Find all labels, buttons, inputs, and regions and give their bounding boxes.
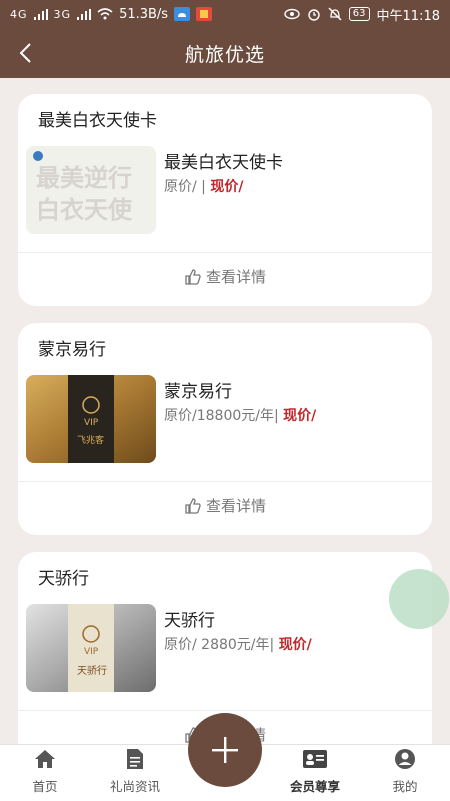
tab-label: 我的 [392, 779, 418, 794]
view-details-button[interactable]: 查看详情 [18, 266, 432, 287]
current-price: 现价/ [283, 408, 317, 424]
cloud-app-icon [174, 7, 191, 21]
thumb-text: 飞兆客 [77, 434, 104, 446]
vip-card-image: VIP 飞兆客 [26, 375, 156, 463]
original-price: 原价/18800元/年| [164, 408, 279, 424]
product-card[interactable]: 蒙京易行 VIP 飞兆客 蒙京易行 原价/18800元/年| 现价/ 查看详情 [18, 323, 432, 535]
product-card[interactable]: 最美白衣天使卡 最美逆行 白衣天使 最美白衣天使卡 原价/ | 现价/ 查看详情 [18, 94, 432, 306]
card-section-title: 最美白衣天使卡 [38, 111, 157, 131]
current-price: 现价/ [210, 179, 244, 195]
tab-home[interactable]: 首页 [0, 745, 90, 801]
divider [18, 481, 432, 482]
tab-mine[interactable]: 我的 [360, 745, 450, 801]
thumbs-up-icon [185, 497, 201, 514]
product-thumbnail: 最美逆行 白衣天使 [26, 146, 156, 234]
mute-icon [328, 7, 342, 21]
product-name: 天骄行 [164, 611, 215, 631]
plus-icon [212, 737, 238, 763]
member-card-icon [303, 750, 327, 768]
signal-icon [77, 8, 92, 20]
angel-card-image: 最美逆行 白衣天使 [26, 146, 156, 234]
content-list[interactable]: 最美白衣天使卡 最美逆行 白衣天使 最美白衣天使卡 原价/ | 现价/ 查看详情… [0, 78, 450, 744]
divider [18, 252, 432, 253]
tab-member[interactable]: 会员尊享 [270, 745, 360, 801]
price-line: 原价/ 2880元/年| 现价/ [164, 634, 312, 654]
app-notification-icon [196, 7, 213, 21]
net-speed: 51.3B/s [119, 6, 169, 22]
view-details-button[interactable]: 查看详情 [18, 495, 432, 516]
thumb-text: 白衣天使 [36, 196, 133, 224]
thumb-text: 最美逆行 [36, 164, 132, 192]
vip-card-image: VIP 天骄行 [26, 604, 156, 692]
card-section-title: 天骄行 [38, 569, 89, 589]
product-name: 蒙京易行 [164, 382, 232, 402]
clock-time: 中午11:18 [376, 8, 440, 24]
top-navbar: 航旅优选 [0, 28, 450, 78]
price-line: 原价/ | 现价/ [164, 176, 243, 196]
person-icon [395, 749, 415, 769]
product-thumbnail: VIP 天骄行 [26, 604, 156, 692]
product-thumbnail: VIP 飞兆客 [26, 375, 156, 463]
status-bar: 4G 3G 51.3B/s 63 中午11:18 [0, 0, 450, 28]
tab-label: 会员尊享 [289, 779, 340, 794]
tab-label: 礼尚资讯 [109, 779, 160, 794]
signal-3g: 3G [53, 7, 72, 21]
center-add-button[interactable] [188, 713, 262, 787]
thumbs-up-icon [185, 268, 201, 285]
thumb-text: VIP [84, 647, 99, 657]
current-price: 现价/ [278, 637, 312, 653]
battery-icon: 63 [348, 7, 370, 21]
document-icon [127, 749, 143, 769]
tab-news[interactable]: 礼尚资讯 [90, 745, 180, 801]
signal-icon [33, 8, 48, 20]
alarm-icon [308, 9, 320, 21]
back-button[interactable] [12, 40, 38, 66]
page-title: 航旅优选 [184, 43, 265, 66]
product-name: 最美白衣天使卡 [164, 153, 283, 173]
thumb-text: VIP [84, 418, 99, 428]
chevron-left-icon [19, 43, 31, 63]
original-price: 原价/ 2880元/年| [164, 637, 275, 653]
thumb-text: 天骄行 [77, 664, 107, 677]
details-label: 查看详情 [205, 268, 266, 286]
signal-4g: 4G [10, 7, 28, 21]
details-label: 查看详情 [205, 497, 266, 515]
tab-label: 首页 [32, 779, 58, 794]
wifi-icon [97, 8, 113, 20]
divider [18, 710, 432, 711]
home-icon [35, 750, 55, 768]
price-line: 原价/18800元/年| 现价/ [164, 405, 316, 425]
card-section-title: 蒙京易行 [38, 340, 106, 360]
eye-icon [284, 8, 300, 20]
floating-assistant-button[interactable] [389, 569, 449, 629]
original-price: 原价/ | [164, 179, 206, 195]
